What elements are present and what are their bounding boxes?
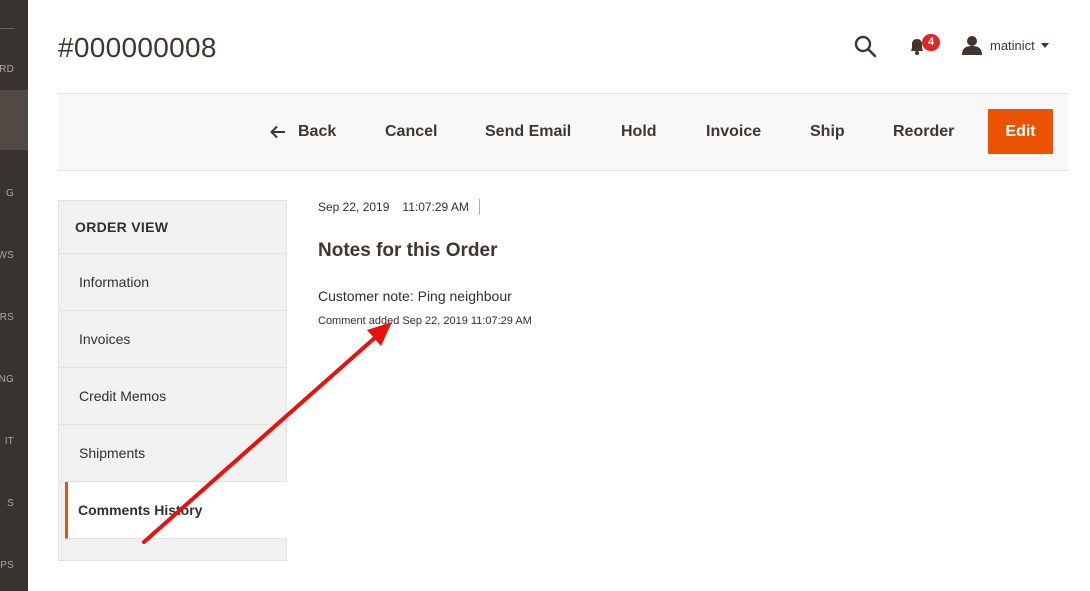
user-menu[interactable]: matinict — [962, 34, 1049, 56]
tab-credit-memos[interactable]: Credit Memos — [59, 368, 286, 425]
back-button[interactable]: Back — [270, 94, 336, 170]
notes-title: Notes for this Order — [318, 240, 498, 261]
admin-menu: ARD G EWS ERS NG IT S PS — [0, 0, 28, 591]
back-label: Back — [298, 123, 337, 140]
reorder-button[interactable]: Reorder — [893, 94, 954, 170]
comment-added-text: Comment added Sep 22, 2019 11:07:29 AM — [318, 315, 532, 327]
menu-item-reviews[interactable]: EWS — [0, 250, 14, 261]
menu-item-catalog[interactable]: G — [6, 188, 14, 199]
menu-divider — [0, 28, 14, 29]
ship-button[interactable]: Ship — [810, 94, 845, 170]
tab-invoices[interactable]: Invoices — [59, 311, 286, 368]
username: matinict — [990, 37, 1035, 53]
search-icon[interactable] — [853, 34, 877, 58]
notification-badge[interactable]: 4 — [922, 34, 940, 51]
menu-item-dashboard[interactable]: ARD — [0, 64, 14, 75]
hold-button[interactable]: Hold — [621, 94, 657, 170]
page-actions-toolbar: Back Cancel Send Email Hold Invoice Ship… — [58, 93, 1068, 171]
invoice-button[interactable]: Invoice — [706, 94, 761, 170]
caret-down-icon — [1040, 42, 1049, 48]
menu-item-active-bg[interactable] — [0, 90, 28, 150]
user-icon — [962, 36, 982, 55]
back-arrow-icon — [270, 125, 286, 139]
tab-information[interactable]: Information — [59, 254, 286, 311]
edit-button[interactable]: Edit — [988, 109, 1053, 154]
menu-item-reports[interactable]: S — [7, 498, 14, 509]
customer-note: Customer note: Ping neighbour — [318, 288, 512, 304]
cancel-button[interactable]: Cancel — [385, 94, 437, 170]
menu-item-content[interactable]: IT — [5, 436, 14, 447]
send-email-button[interactable]: Send Email — [485, 94, 571, 170]
comment-date: Sep 22, 2019 — [318, 200, 390, 214]
order-view-title: ORDER VIEW — [59, 201, 286, 254]
page-title: #000000008 — [58, 32, 217, 63]
comment-time: 11:07:29 AM — [402, 200, 469, 214]
tab-shipments[interactable]: Shipments — [59, 425, 286, 482]
tab-comments-history[interactable]: Comments History — [65, 482, 287, 539]
order-view-tabs: ORDER VIEW Information Invoices Credit M… — [58, 200, 287, 561]
menu-item-marketing[interactable]: NG — [0, 374, 14, 385]
meta-divider — [478, 199, 480, 215]
comment-meta: Sep 22, 2019 11:07:29 AM — [318, 199, 480, 215]
menu-item-customers[interactable]: ERS — [0, 312, 14, 323]
menu-item-stores[interactable]: PS — [0, 560, 14, 571]
